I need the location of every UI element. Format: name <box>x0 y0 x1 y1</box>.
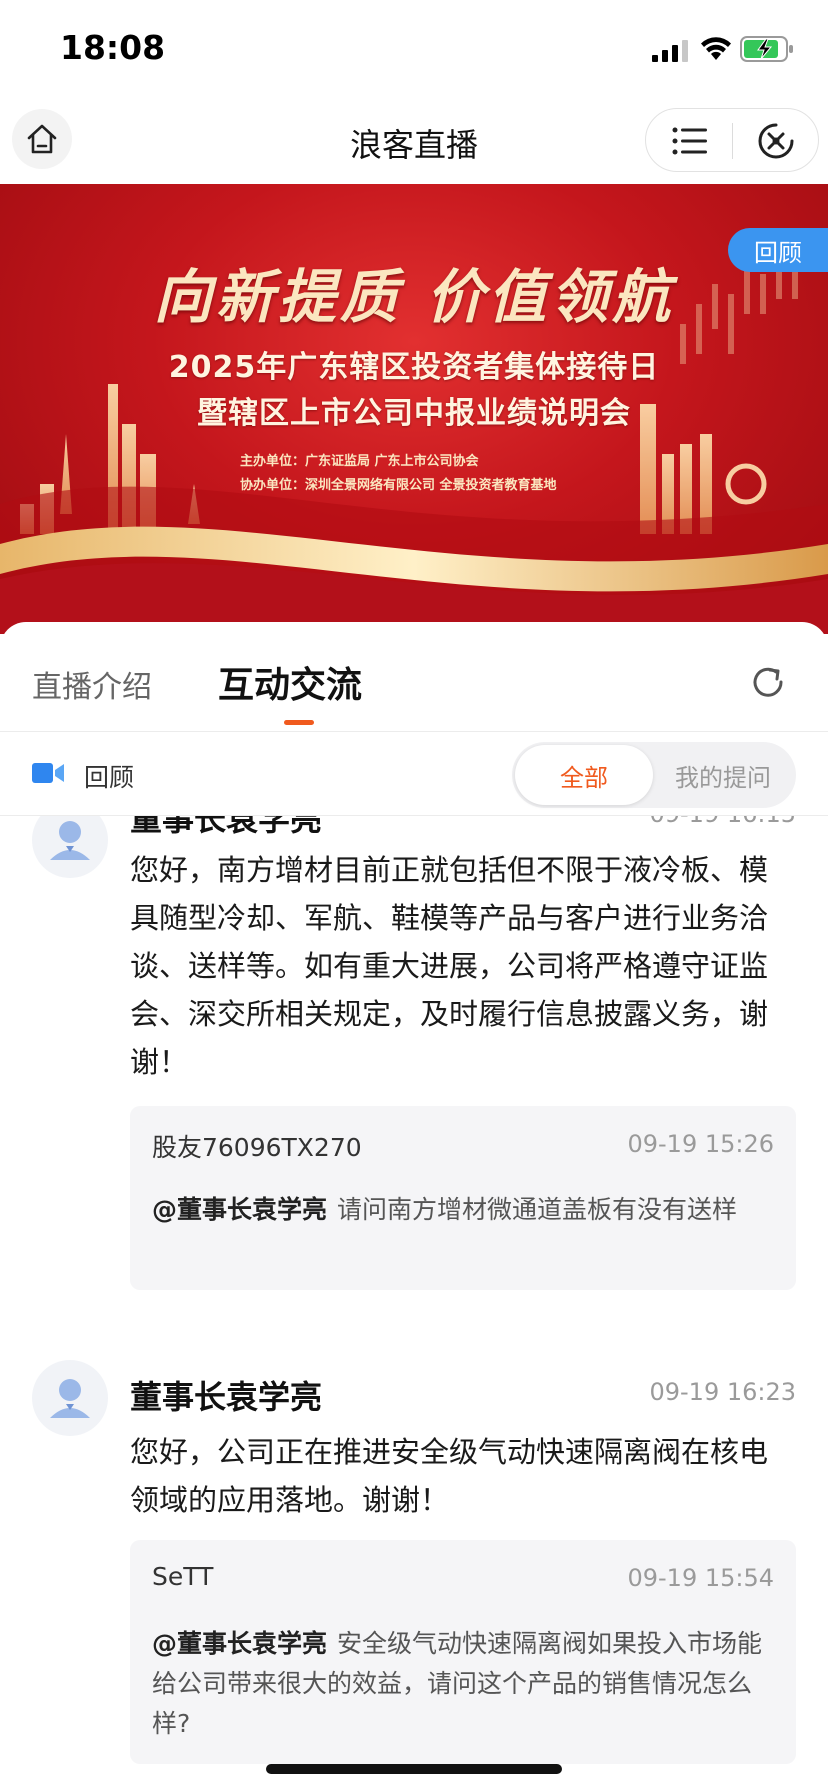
status-time: 18:08 <box>60 28 166 67</box>
avatar <box>32 1360 108 1436</box>
active-tab-indicator <box>284 720 314 725</box>
answer-text: 您好，公司正在推进安全级气动快速隔离阀在核电领域的应用落地。谢谢！ <box>130 1435 769 1517</box>
filter-all-button[interactable]: 全部 <box>515 745 653 805</box>
list-menu-icon <box>672 127 707 155</box>
close-miniprogram-button[interactable] <box>746 117 806 165</box>
banner-subtitle-2: 暨辖区上市公司中报业绩说明会 <box>197 396 631 431</box>
answer-time: 09-19 16:15 <box>649 816 796 828</box>
speaker-name: 董事长袁学亮 <box>130 1378 323 1416</box>
battery-charging-icon <box>740 36 793 62</box>
tab-live-intro[interactable]: 直播介绍 <box>32 662 152 706</box>
miniprogram-capsule <box>645 108 819 172</box>
status-bar: 18:08 <box>0 0 828 100</box>
replay-filter-label[interactable]: 回顾 <box>84 758 134 794</box>
question-body: 请问南方增材微通道盖板有没有送样 <box>337 1195 738 1224</box>
question-box: SeTT 09-19 15:54 @董事长袁学亮 安全级气动快速隔离阀如果投入市场… <box>130 1540 796 1764</box>
question-mention: @董事长袁学亮 <box>152 1629 328 1658</box>
question-text: @董事长袁学亮 安全级气动快速隔离阀如果投入市场能给公司带来很大的效益，请问这个产… <box>152 1624 772 1744</box>
question-box: 股友76096TX270 09-19 15:26 @董事长袁学亮 请问南方增材微通… <box>130 1106 796 1290</box>
question-time: 09-19 15:26 <box>627 1130 774 1158</box>
question-filter-segment: 全部 我的提问 <box>512 742 796 808</box>
user-avatar-icon <box>50 821 90 860</box>
close-circle-icon <box>758 123 794 159</box>
question-time: 09-19 15:54 <box>627 1564 774 1592</box>
answer-text: 您好，南方增材目前正就包括但不限于液冷板、模具随型冷却、军航、鞋模等产品与客户进… <box>130 853 769 1079</box>
question-user: SeTT <box>152 1562 214 1591</box>
banner-cohost: 协办单位：深圳全景网络有限公司 全景投资者教育基地 <box>240 478 557 493</box>
cellular-signal-icon <box>652 40 688 62</box>
question-user: 股友76096TX270 <box>152 1133 362 1162</box>
content-panel: 直播介绍 互动交流 回顾 全部 我的提问 董事长袁学亮 您好，南方增材目前正就包… <box>0 622 828 1792</box>
replay-badge[interactable]: 回顾 <box>728 228 828 272</box>
refresh-icon[interactable] <box>748 662 788 702</box>
qa-feed[interactable]: 董事长袁学亮 09-19 16:15 您好，南方增材目前正就包括但不限于液冷板、… <box>0 816 828 1792</box>
video-camera-icon <box>32 763 64 783</box>
question-mention: @董事长袁学亮 <box>152 1195 328 1224</box>
wifi-icon <box>701 37 731 60</box>
answer-time: 09-19 16:23 <box>649 1378 796 1406</box>
banner-subtitle-1: 2025年广东辖区投资者集体接待日 <box>168 350 660 385</box>
avatar <box>32 816 108 878</box>
user-avatar-icon <box>50 1379 90 1418</box>
live-banner[interactable]: 向新提质 价值领航 2025年广东辖区投资者集体接待日 暨辖区上市公司中报业绩说… <box>0 184 828 634</box>
tab-interaction[interactable]: 互动交流 <box>218 656 362 708</box>
filter-bar: 回顾 全部 我的提问 <box>0 732 828 816</box>
tab-bar: 直播介绍 互动交流 <box>0 622 828 732</box>
banner-host: 主办单位：广东证监局 广东上市公司协会 <box>240 454 479 469</box>
home-indicator[interactable] <box>266 1764 562 1774</box>
more-menu-button[interactable] <box>660 117 720 165</box>
capsule-divider <box>732 123 733 159</box>
nav-bar: 浪客直播 <box>0 100 828 184</box>
question-text: @董事长袁学亮 请问南方增材微通道盖板有没有送样 <box>152 1190 772 1230</box>
banner-title: 向新提质 价值领航 <box>153 263 675 331</box>
filter-my-questions-button[interactable]: 我的提问 <box>653 745 793 805</box>
speaker-name: 董事长袁学亮 <box>130 816 323 838</box>
